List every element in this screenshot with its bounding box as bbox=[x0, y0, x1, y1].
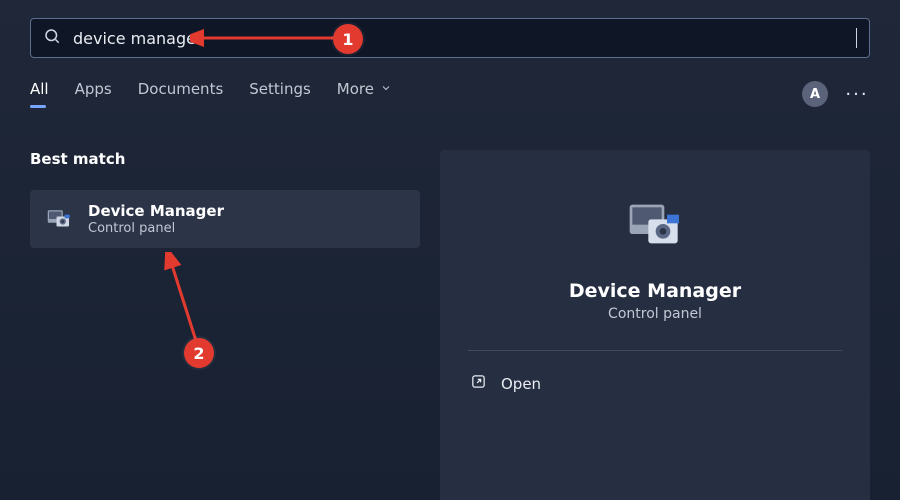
tab-apps[interactable]: Apps bbox=[75, 80, 112, 108]
search-input[interactable] bbox=[71, 28, 858, 49]
device-manager-large-icon bbox=[623, 194, 687, 258]
detail-divider bbox=[468, 350, 842, 351]
tab-label: Settings bbox=[249, 80, 311, 98]
results-column: Best match Device Manager Control panel bbox=[30, 150, 420, 248]
tab-label: All bbox=[30, 80, 49, 98]
search-bar[interactable] bbox=[30, 18, 870, 58]
overflow-menu-button[interactable]: ··· bbox=[844, 81, 870, 107]
result-device-manager[interactable]: Device Manager Control panel bbox=[30, 190, 420, 248]
filter-tabs-row: All Apps Documents Settings More A ··· bbox=[30, 80, 870, 108]
detail-title: Device Manager bbox=[569, 280, 741, 302]
detail-panel: Device Manager Control panel Open bbox=[440, 150, 870, 500]
tab-documents[interactable]: Documents bbox=[138, 80, 224, 108]
annotation-arrow-2 bbox=[155, 252, 215, 352]
open-label: Open bbox=[501, 375, 541, 393]
result-subtitle: Control panel bbox=[88, 221, 224, 236]
result-text: Device Manager Control panel bbox=[88, 202, 224, 236]
detail-subtitle: Control panel bbox=[608, 306, 702, 322]
ellipsis-icon: ··· bbox=[845, 84, 868, 105]
tab-more[interactable]: More bbox=[337, 80, 392, 108]
result-title: Device Manager bbox=[88, 202, 224, 220]
annotation-badge-2: 2 bbox=[184, 338, 214, 368]
user-avatar[interactable]: A bbox=[802, 81, 828, 107]
annotation-number: 2 bbox=[193, 344, 204, 363]
device-manager-icon bbox=[44, 204, 74, 234]
tab-settings[interactable]: Settings bbox=[249, 80, 311, 108]
chevron-down-icon bbox=[380, 80, 392, 98]
tab-label: Apps bbox=[75, 80, 112, 98]
tab-all[interactable]: All bbox=[30, 80, 49, 108]
detail-header: Device Manager Control panel bbox=[468, 176, 842, 350]
section-best-match: Best match bbox=[30, 150, 420, 168]
annotation-number: 1 bbox=[342, 30, 353, 49]
header-right-controls: A ··· bbox=[802, 81, 870, 107]
annotation-badge-1: 1 bbox=[333, 24, 363, 54]
open-icon bbox=[470, 373, 487, 394]
open-action[interactable]: Open bbox=[468, 363, 842, 404]
tab-label: Documents bbox=[138, 80, 224, 98]
search-icon bbox=[43, 27, 61, 49]
text-caret bbox=[856, 28, 857, 48]
tab-label: More bbox=[337, 80, 374, 98]
filter-tabs: All Apps Documents Settings More bbox=[30, 80, 392, 108]
avatar-initial: A bbox=[810, 87, 820, 102]
